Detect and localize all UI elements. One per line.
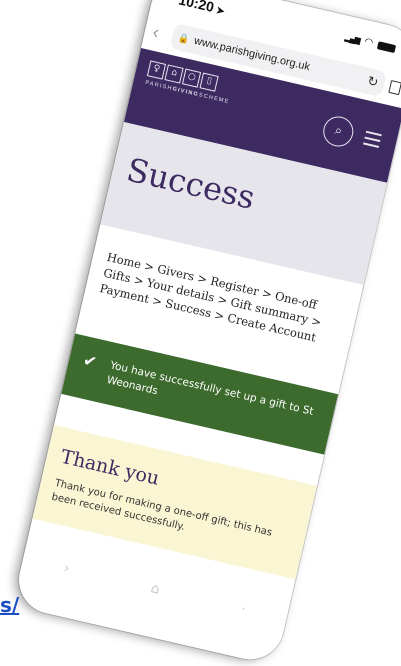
status-time: 10:20➤ — [177, 0, 226, 18]
breadcrumb-separator: > — [196, 270, 209, 287]
breadcrumb-separator: > — [310, 313, 323, 330]
wifi-icon: ◠ — [363, 36, 375, 49]
checkmark-icon: ✔ — [81, 350, 99, 372]
breadcrumb-separator: > — [151, 293, 164, 310]
logo-box-icon: ⌂ — [164, 64, 184, 84]
phone-screen: 10:20➤ ▂▄▆ ◠ ‹ 🔒 www.parishgiving.org.uk… — [12, 0, 401, 666]
forward-icon[interactable]: › — [62, 560, 71, 577]
signal-icon: ▂▄▆ — [343, 32, 361, 45]
page-title: Success — [123, 150, 259, 217]
breadcrumb-separator: > — [213, 307, 226, 324]
logo-box-icon: ○ — [181, 68, 202, 88]
background-link[interactable]: s/ — [0, 593, 19, 617]
logo-box-icon: ♀ — [146, 60, 167, 80]
home-icon[interactable]: ⌂ — [149, 580, 161, 598]
search-button[interactable]: ⌕ — [320, 113, 357, 150]
share-icon[interactable]: · — [239, 601, 247, 618]
logo-box-icon: ▯ — [199, 72, 219, 92]
parish-giving-logo[interactable]: ♀ ⌂ ○ ▯ PARISHGIVINGSCHEME — [145, 60, 235, 105]
breadcrumb-payment[interactable]: Payment — [98, 281, 150, 306]
reload-icon[interactable]: ↻ — [366, 73, 380, 91]
bookmark-icon[interactable] — [388, 79, 401, 95]
breadcrumb-separator: > — [260, 285, 274, 302]
lock-icon: 🔒 — [177, 31, 191, 45]
hamburger-menu-icon[interactable] — [362, 130, 382, 152]
search-icon: ⌕ — [333, 122, 344, 140]
breadcrumb-separator: > — [142, 258, 156, 275]
breadcrumb-separator: > — [132, 272, 146, 289]
battery-icon — [376, 40, 397, 53]
back-icon[interactable]: ‹ — [151, 21, 169, 45]
status-icons: ▂▄▆ ◠ — [344, 32, 397, 54]
breadcrumb-separator: > — [216, 291, 229, 308]
location-arrow-icon: ➤ — [214, 5, 226, 18]
